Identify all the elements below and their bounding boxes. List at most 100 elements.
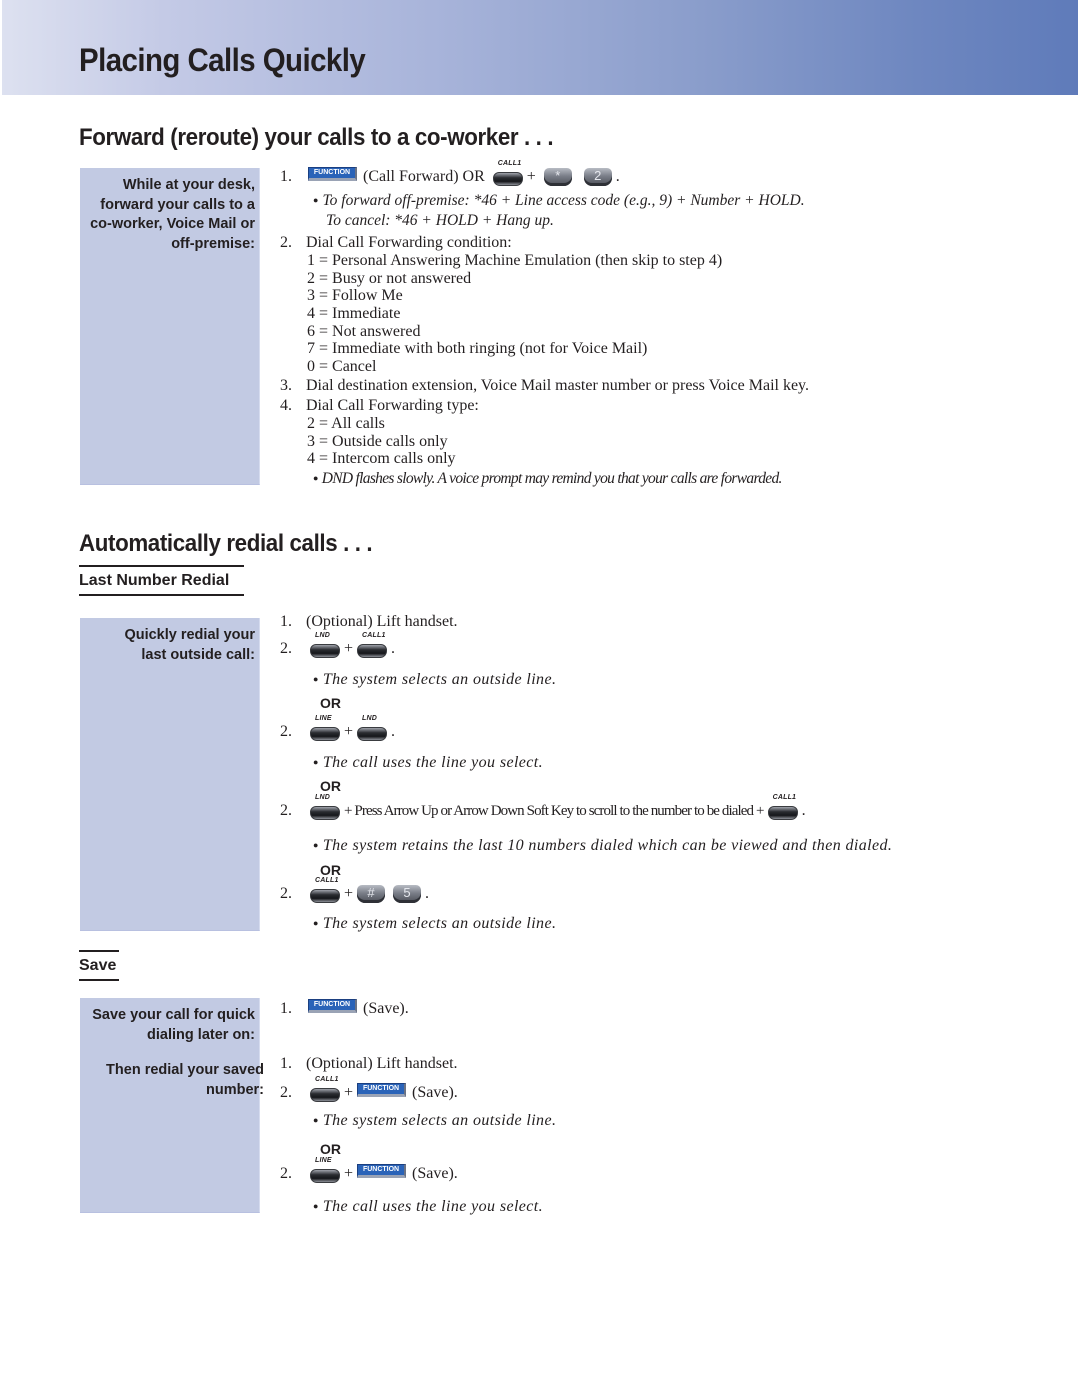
star-key-icon: * bbox=[543, 168, 572, 186]
condition-item: 4 = Immediate bbox=[307, 305, 401, 322]
or-label: OR bbox=[320, 1141, 341, 1157]
forward-heading: Forward (reroute) your calls to a co-wor… bbox=[79, 124, 554, 151]
function-key-icon: FUNCTION bbox=[357, 1164, 407, 1179]
saved-redial-step-1: 1. (Optional) Lift handset. bbox=[280, 1055, 458, 1073]
plus-sign: + bbox=[344, 723, 354, 740]
save-step-1: 1. FUNCTION (Save). bbox=[280, 999, 409, 1018]
redial-option-lnd-call1: 2. LND + CALL1. bbox=[280, 632, 396, 658]
condition-item: 0 = Cancel bbox=[307, 358, 377, 375]
save-sidebar-text: Save your call for quick dialing later o… bbox=[92, 1007, 255, 1043]
step-text: (Save). bbox=[412, 1084, 458, 1101]
redial-heading: Automatically redial calls . . . bbox=[79, 530, 373, 557]
note-outside-line: The system selects an outside line. bbox=[313, 671, 556, 689]
call1-key-icon: CALL1 bbox=[310, 1076, 340, 1102]
step-text: (Optional) Lift handset. bbox=[306, 1055, 458, 1072]
function-key-icon: FUNCTION bbox=[308, 167, 357, 182]
or-label: OR bbox=[320, 695, 341, 711]
plus-sign: + bbox=[344, 1165, 354, 1182]
or-label: OR bbox=[320, 778, 341, 794]
period: . bbox=[615, 168, 620, 185]
period: . bbox=[391, 723, 396, 740]
forward-step-2: 2. Dial Call Forwarding condition: bbox=[280, 234, 512, 252]
plus-sign: + bbox=[526, 168, 536, 185]
forward-step-3: 3. Dial destination extension, Voice Mai… bbox=[280, 377, 809, 395]
step-number: 1. bbox=[280, 1055, 292, 1072]
step-text: Dial destination extension, Voice Mail m… bbox=[306, 377, 810, 394]
redial-sidebar-box: Quickly redial your last outside call: bbox=[80, 618, 260, 931]
step-number: 1. bbox=[280, 168, 292, 185]
forward-sidebar-text: While at your desk, forward your calls t… bbox=[90, 177, 255, 252]
forward-step-4: 4. Dial Call Forwarding type: bbox=[280, 397, 479, 415]
redial-option-line-lnd: 2. LINE + LND. bbox=[280, 715, 396, 741]
redial-step-1: 1. (Optional) Lift handset. bbox=[280, 613, 458, 631]
lnd-key-icon: LND bbox=[310, 794, 340, 820]
step-number: 1. bbox=[280, 1000, 292, 1017]
condition-item: 1 = Personal Answering Machine Emulation… bbox=[307, 252, 723, 269]
step-text: (Save). bbox=[412, 1165, 458, 1182]
step-number: 4. bbox=[280, 397, 292, 414]
saved-redial-option-line: 2. LINE + FUNCTION (Save). bbox=[280, 1157, 458, 1183]
five-key-icon: 5 bbox=[393, 885, 422, 903]
saved-redial-option-call1: 2. CALL1 + FUNCTION (Save). bbox=[280, 1076, 458, 1102]
line-key-icon: LINE bbox=[310, 1157, 340, 1183]
line-key-icon: LINE bbox=[310, 715, 340, 741]
save-heading: Save bbox=[79, 950, 119, 981]
forward-step-1: 1. FUNCTION (Call Forward) OR CALL1 + * 2. bbox=[280, 160, 620, 186]
step-number: 2. bbox=[280, 885, 292, 902]
period: . bbox=[801, 802, 806, 819]
redial-option-scroll: 2. LND + Press Arrow Up or Arrow Down Sof… bbox=[280, 794, 806, 820]
plus-sign: + bbox=[344, 885, 354, 902]
step-number: 2. bbox=[280, 1165, 292, 1182]
step-text: (Call Forward) OR bbox=[363, 168, 485, 185]
period: . bbox=[425, 885, 430, 902]
condition-item: 7 = Immediate with both ringing (not for… bbox=[307, 340, 648, 357]
step-number: 2. bbox=[280, 1084, 292, 1101]
note-cancel: To cancel: *46 + HOLD + Hang up. bbox=[326, 212, 554, 229]
step-number: 3. bbox=[280, 377, 292, 394]
save-sidebar-box: Save your call for quick dialing later o… bbox=[80, 998, 264, 1213]
scroll-instruction: + Press Arrow Up or Arrow Down Soft Key … bbox=[344, 803, 764, 819]
condition-item: 2 = Busy or not answered bbox=[307, 270, 472, 287]
condition-item: 3 = Follow Me bbox=[307, 287, 403, 304]
call1-key-icon: CALL1 bbox=[310, 877, 340, 903]
type-item: 3 = Outside calls only bbox=[307, 433, 448, 450]
call1-key-icon: CALL1 bbox=[492, 160, 523, 186]
step-number: 2. bbox=[280, 802, 292, 819]
period: . bbox=[391, 640, 396, 657]
step-text: (Optional) Lift handset. bbox=[306, 613, 458, 630]
note-line-select: The call uses the line you select. bbox=[313, 754, 543, 772]
last-number-redial-heading: Last Number Redial bbox=[79, 565, 244, 596]
page-title: Placing Calls Quickly bbox=[79, 42, 366, 78]
note-dnd: DND flashes slowly. A voice prompt may r… bbox=[313, 470, 783, 488]
condition-item: 6 = Not answered bbox=[307, 323, 421, 340]
call1-key-icon: CALL1 bbox=[357, 632, 388, 658]
redial-saved-sidebar-text: Then redial your saved number: bbox=[106, 1062, 264, 1098]
step-text: (Save). bbox=[363, 1000, 409, 1017]
type-item: 4 = Intercom calls only bbox=[307, 450, 456, 467]
call1-key-icon: CALL1 bbox=[767, 794, 798, 820]
two-key-icon: 2 bbox=[583, 168, 612, 186]
plus-sign: + bbox=[344, 1084, 354, 1101]
step-number: 2. bbox=[280, 723, 292, 740]
function-key-icon: FUNCTION bbox=[308, 999, 357, 1014]
note-outside-line: The system selects an outside line. bbox=[313, 1112, 556, 1130]
lnd-key-icon: LND bbox=[357, 715, 388, 741]
note-outside-line: The system selects an outside line. bbox=[313, 915, 556, 933]
note-retains: The system retains the last 10 numbers d… bbox=[313, 837, 892, 855]
step-text: Dial Call Forwarding type: bbox=[306, 397, 479, 414]
step-number: 1. bbox=[280, 613, 292, 630]
note-line-select: The call uses the line you select. bbox=[313, 1198, 543, 1216]
lnd-key-icon: LND bbox=[310, 632, 340, 658]
forward-sidebar-box: While at your desk, forward your calls t… bbox=[80, 168, 260, 485]
step-number: 2. bbox=[280, 640, 292, 657]
or-label: OR bbox=[320, 862, 341, 878]
plus-sign: + bbox=[344, 640, 354, 657]
redial-sidebar-text: Quickly redial your last outside call: bbox=[124, 627, 255, 663]
note-off-premise: To forward off-premise: *46 + Line acces… bbox=[313, 192, 804, 210]
hash-key-icon: # bbox=[357, 885, 386, 903]
type-item: 2 = All calls bbox=[307, 415, 385, 432]
step-text: Dial Call Forwarding condition: bbox=[306, 234, 512, 251]
function-key-icon: FUNCTION bbox=[357, 1083, 407, 1098]
step-number: 2. bbox=[280, 234, 292, 251]
redial-option-call1-hash5: 2. CALL1 + #5. bbox=[280, 877, 430, 903]
